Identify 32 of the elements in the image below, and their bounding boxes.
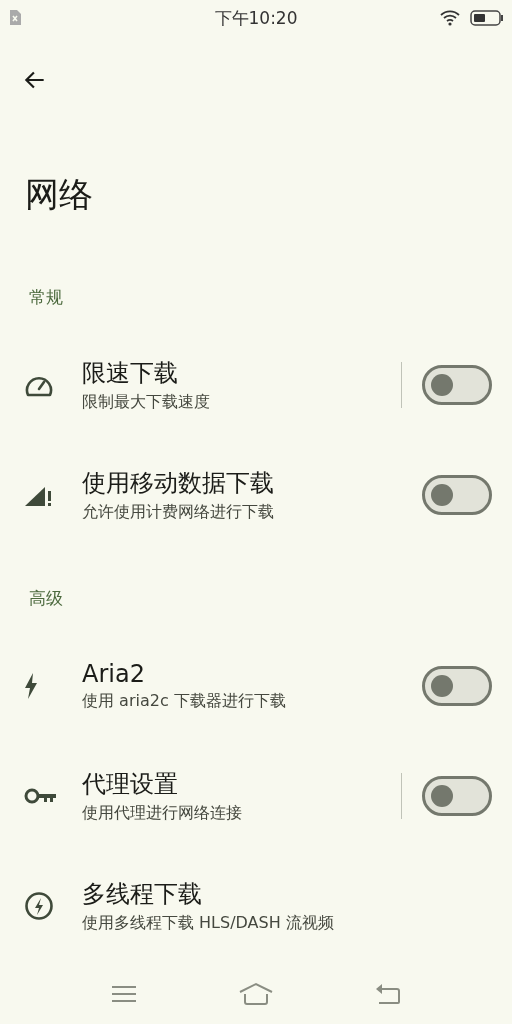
setting-description: 使用代理进行网络连接 <box>82 803 242 825</box>
setting-title: 限速下载 <box>82 358 178 390</box>
setting-item[interactable]: 限速下载 限制最大下载速度 <box>0 330 512 441</box>
sim-card-icon <box>8 10 22 26</box>
setting-description: 允许使用计费网络进行下载 <box>82 502 274 524</box>
setting-item[interactable]: 代理设置 使用代理进行网络连接 <box>0 741 512 852</box>
setting-item[interactable]: Aria2 使用 aria2c 下载器进行下载 <box>0 631 512 742</box>
home-icon[interactable] <box>238 982 274 1006</box>
setting-item[interactable]: 使用移动数据下载 允许使用计费网络进行下载 <box>0 440 512 551</box>
setting-description: 使用 aria2c 下载器进行下载 <box>82 691 286 713</box>
setting-title: 使用移动数据下载 <box>82 468 274 500</box>
setting-description: 限制最大下载速度 <box>82 392 210 414</box>
menu-icon[interactable] <box>110 984 137 1004</box>
section-header: 常规 <box>29 286 63 309</box>
status-time: 下午10:20 <box>214 6 298 30</box>
wifi-icon <box>440 10 460 26</box>
lightning-circle-icon <box>24 891 54 922</box>
toggle-switch[interactable] <box>422 666 492 707</box>
key-icon <box>24 787 58 806</box>
toggle-switch[interactable] <box>422 475 492 516</box>
setting-title: 多线程下载 <box>82 879 202 911</box>
setting-title: Aria2 <box>82 660 145 689</box>
toggle-switch[interactable] <box>422 776 492 817</box>
setting-description: 使用多线程下载 HLS/DASH 流视频 <box>82 913 334 935</box>
section-header: 高级 <box>29 587 63 610</box>
back-nav-icon[interactable] <box>375 982 402 1006</box>
page-title: 网络 <box>25 173 93 216</box>
toggle-switch[interactable] <box>422 365 492 406</box>
setting-item[interactable]: 多线程下载 使用多线程下载 HLS/DASH 流视频 <box>0 851 512 962</box>
setting-title: 代理设置 <box>82 769 178 801</box>
battery-icon <box>470 10 504 26</box>
lightning-icon <box>24 673 38 700</box>
